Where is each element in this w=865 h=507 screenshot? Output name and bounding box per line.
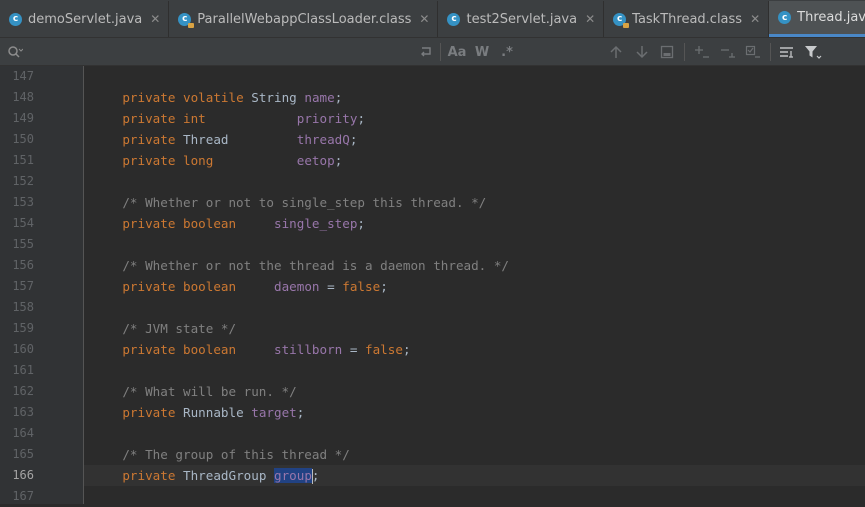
line-number: 165 (12, 447, 34, 461)
tab-label: test2Servlet.java (466, 11, 578, 27)
code-line: private volatile String name; (122, 90, 343, 105)
line-number: 151 (12, 153, 34, 167)
close-icon[interactable]: ✕ (750, 12, 760, 26)
close-icon[interactable]: ✕ (585, 12, 595, 26)
line-number: 156 (12, 258, 34, 272)
line-number: 148 (12, 90, 34, 104)
code-line: private boolean daemon = false; (122, 279, 388, 294)
tab-parallelwebappclassloader[interactable]: c ParallelWebappClassLoader.class ✕ (169, 1, 439, 37)
close-icon[interactable]: ✕ (150, 12, 160, 26)
code-line: private int priority; (122, 111, 366, 126)
separator (770, 43, 771, 61)
tab-label: TaskThread.class (632, 11, 743, 27)
code-line: private Runnable target; (122, 405, 305, 420)
line-number: 152 (12, 174, 34, 188)
select-all-icon[interactable] (658, 38, 676, 66)
line-number: 159 (12, 321, 34, 335)
code-line: private Thread threadQ; (122, 132, 358, 147)
class-icon: c (9, 12, 22, 26)
line-number: 153 (12, 195, 34, 209)
line-number: 150 (12, 132, 34, 146)
close-icon[interactable]: ✕ (419, 12, 429, 26)
history-icon[interactable] (416, 38, 436, 66)
prev-occurrence-icon[interactable] (607, 38, 625, 66)
tab-demoservlet[interactable]: c demoServlet.java ✕ (0, 1, 170, 37)
tab-label: ParallelWebappClassLoader.class (197, 11, 412, 27)
words-icon[interactable]: W (472, 38, 492, 66)
separator (440, 43, 441, 61)
editor-tab-bar: c demoServlet.java ✕ c ParallelWebappCla… (0, 0, 865, 38)
code-line: private long eetop; (122, 153, 343, 168)
multiline-icon[interactable] (776, 38, 798, 66)
filter-icon[interactable] (802, 38, 824, 66)
add-selection-icon[interactable] (692, 38, 712, 66)
code-line: private boolean stillborn = false; (122, 342, 411, 357)
line-number: 163 (12, 405, 34, 419)
class-icon: c (613, 12, 630, 28)
tab-taskthread[interactable]: c TaskThread.class ✕ (604, 1, 770, 37)
class-icon: c (178, 12, 195, 28)
code-line: /* Whether or not to single_step this th… (92, 195, 487, 210)
line-number: 157 (12, 279, 34, 293)
tab-test2servlet[interactable]: c test2Servlet.java ✕ (438, 1, 605, 37)
line-number: 155 (12, 237, 34, 251)
separator (684, 43, 685, 61)
class-icon: c (447, 12, 461, 26)
line-number: 147 (12, 69, 34, 83)
next-occurrence-icon[interactable] (633, 38, 651, 66)
search-icon[interactable] (4, 38, 26, 66)
line-number: 162 (12, 384, 34, 398)
tab-label: demoServlet.java (28, 11, 143, 27)
tab-thread-java[interactable]: c Thread.java ✕ (769, 1, 865, 37)
find-bar: Aa W .* (0, 38, 865, 66)
line-number: 158 (12, 300, 34, 314)
code-line: private ThreadGroup group; (122, 468, 320, 484)
code-line: /* JVM state */ (92, 321, 237, 336)
code-editor[interactable]: private volatile String name; private in… (84, 66, 865, 504)
line-number-gutter[interactable]: 147 148 149 150 151 152 153 154 155 156 … (0, 66, 84, 504)
code-line: /* Whether or not the thread is a daemon… (92, 258, 510, 273)
line-number: 160 (12, 342, 34, 356)
tab-label: Thread.java (797, 10, 865, 25)
exclude-icon[interactable] (743, 38, 763, 66)
line-number: 149 (12, 111, 34, 125)
regex-icon[interactable]: .* (497, 38, 517, 66)
code-line: /* What will be run. */ (92, 384, 297, 399)
remove-selection-icon[interactable] (718, 38, 738, 66)
match-case-icon[interactable]: Aa (446, 38, 468, 66)
line-number-current: 166 (12, 468, 34, 482)
class-icon: c (778, 11, 792, 24)
code-line: private boolean single_step; (122, 216, 366, 231)
line-number: 154 (12, 216, 34, 230)
code-line: /* The group of this thread */ (92, 447, 350, 462)
line-number: 164 (12, 426, 34, 440)
line-number: 161 (12, 363, 34, 377)
